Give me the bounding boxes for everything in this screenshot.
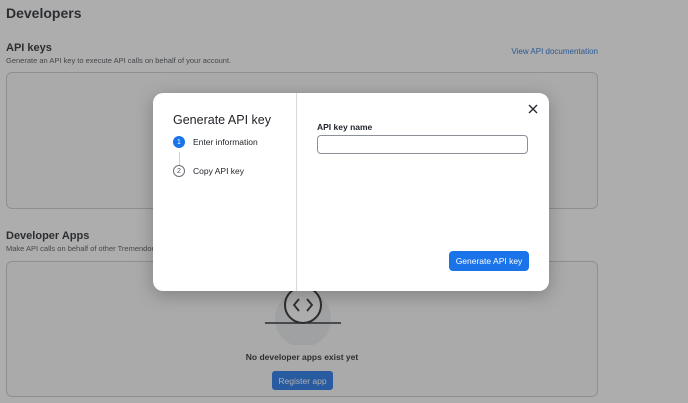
- step-label: Enter information: [193, 137, 258, 147]
- generate-api-key-modal: Generate API key 1 Enter information 2 C…: [153, 93, 549, 291]
- step-label: Copy API key: [193, 166, 245, 176]
- api-key-name-label: API key name: [317, 122, 373, 132]
- close-icon[interactable]: [527, 102, 539, 114]
- generate-api-key-button[interactable]: Generate API key: [449, 251, 529, 271]
- developers-page: Developers API keys Generate an API key …: [0, 0, 688, 403]
- modal-steps-panel: Generate API key 1 Enter information 2 C…: [153, 93, 297, 291]
- modal-title: Generate API key: [173, 113, 271, 127]
- step-enter-information: 1 Enter information: [173, 136, 258, 148]
- api-key-name-input[interactable]: [317, 135, 528, 154]
- step-copy-api-key: 2 Copy API key: [173, 165, 244, 177]
- step-number-1: 1: [173, 136, 185, 148]
- step-number-2: 2: [173, 165, 185, 177]
